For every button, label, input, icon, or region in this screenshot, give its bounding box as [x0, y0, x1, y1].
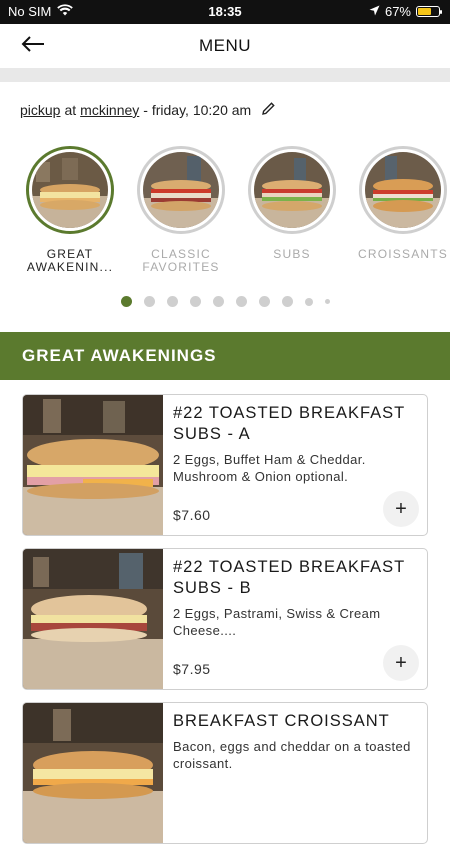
category-label: SUBS — [273, 247, 311, 261]
pickup-location-link[interactable]: mckinney — [80, 102, 139, 118]
category-label: CLASSIC FAVORITES — [142, 247, 220, 274]
menu-item-image — [23, 703, 163, 843]
menu-item-price: $7.95 — [173, 661, 211, 677]
pickup-info: pickup at mckinney - friday, 10:20 am — [20, 101, 276, 119]
pagination-dot[interactable] — [189, 296, 201, 307]
menu-item-card[interactable]: BREAKFAST CROISSANT Bacon, eggs and ched… — [22, 702, 428, 844]
menu-item-description: 2 Eggs, Buffet Ham & Cheddar. Mushroom &… — [173, 452, 366, 484]
battery-percent: 67% — [384, 4, 411, 19]
pagination-dot[interactable] — [166, 296, 178, 307]
pagination-dot[interactable] — [281, 296, 293, 307]
pagination-dot[interactable] — [324, 299, 330, 304]
header-divider — [0, 68, 450, 82]
pagination-dot[interactable] — [212, 296, 224, 307]
menu-item-name: #22 TOASTED BREAKFAST SUBS - A — [173, 404, 405, 443]
menu-item-body: #22 TOASTED BREAKFAST SUBS - A 2 Eggs, B… — [173, 403, 419, 527]
pagination-dot[interactable] — [120, 296, 132, 307]
pickup-time: - friday, 10:20 am — [143, 102, 252, 118]
menu-item-body: BREAKFAST CROISSANT Bacon, eggs and ched… — [173, 711, 417, 835]
section-title: GREAT AWAKENINGS — [22, 346, 217, 365]
status-bar: No SIM 18:35 67% — [0, 0, 450, 24]
pickup-mode-link[interactable]: pickup — [20, 102, 60, 118]
pagination-dot[interactable] — [258, 296, 270, 307]
page-title: MENU — [198, 36, 252, 55]
menu-item-description: Bacon, eggs and cheddar on a toasted cro… — [173, 739, 411, 771]
category-classic-favorites[interactable]: CLASSIC FAVORITES — [126, 146, 236, 274]
menu-item-name: BREAKFAST CROISSANT — [173, 712, 390, 730]
category-ring — [137, 146, 225, 234]
category-label: GREAT AWAKENIN... — [26, 247, 114, 274]
category-ring — [359, 146, 447, 234]
menu-item-card[interactable]: #22 TOASTED BREAKFAST SUBS - A 2 Eggs, B… — [22, 394, 428, 536]
category-croissants[interactable]: CROISSANTS — [348, 146, 450, 261]
app-header: MENU — [0, 24, 450, 68]
category-ring — [26, 146, 114, 234]
add-to-cart-button[interactable]: + — [383, 645, 419, 681]
menu-item-body: #22 TOASTED BREAKFAST SUBS - B 2 Eggs, P… — [173, 557, 419, 681]
pickup-connector: at — [64, 102, 77, 118]
category-great-awakenings[interactable]: GREAT AWAKENIN... — [15, 146, 125, 274]
menu-item-name: #22 TOASTED BREAKFAST SUBS - B — [173, 558, 405, 597]
menu-item-price: $7.60 — [173, 507, 211, 523]
menu-item-card[interactable]: #22 TOASTED BREAKFAST SUBS - B 2 Eggs, P… — [22, 548, 428, 690]
category-image — [32, 152, 108, 228]
menu-item-image — [23, 395, 163, 535]
battery-level — [418, 8, 432, 15]
pagination-dot[interactable] — [143, 296, 155, 307]
category-ring — [248, 146, 336, 234]
category-carousel: GREAT AWAKENIN... CLASSIC FAVORITES SUBS… — [0, 146, 450, 286]
pencil-icon[interactable] — [261, 101, 276, 119]
pagination-dot[interactable] — [304, 297, 313, 306]
category-label: CROISSANTS — [357, 247, 448, 261]
menu-item-description: 2 Eggs, Pastrami, Swiss & Cream Cheese..… — [173, 606, 381, 638]
category-pagination — [0, 296, 450, 307]
category-image — [143, 152, 219, 228]
pagination-dot[interactable] — [235, 296, 247, 307]
category-image — [365, 152, 441, 228]
add-to-cart-button[interactable]: + — [383, 491, 419, 527]
section-header: GREAT AWAKENINGS — [0, 332, 450, 380]
menu-item-image — [23, 549, 163, 689]
category-subs[interactable]: SUBS — [237, 146, 347, 261]
battery-icon — [416, 6, 442, 17]
category-image — [254, 152, 330, 228]
location-arrow-icon — [369, 4, 380, 19]
status-right: 67% — [369, 4, 442, 19]
